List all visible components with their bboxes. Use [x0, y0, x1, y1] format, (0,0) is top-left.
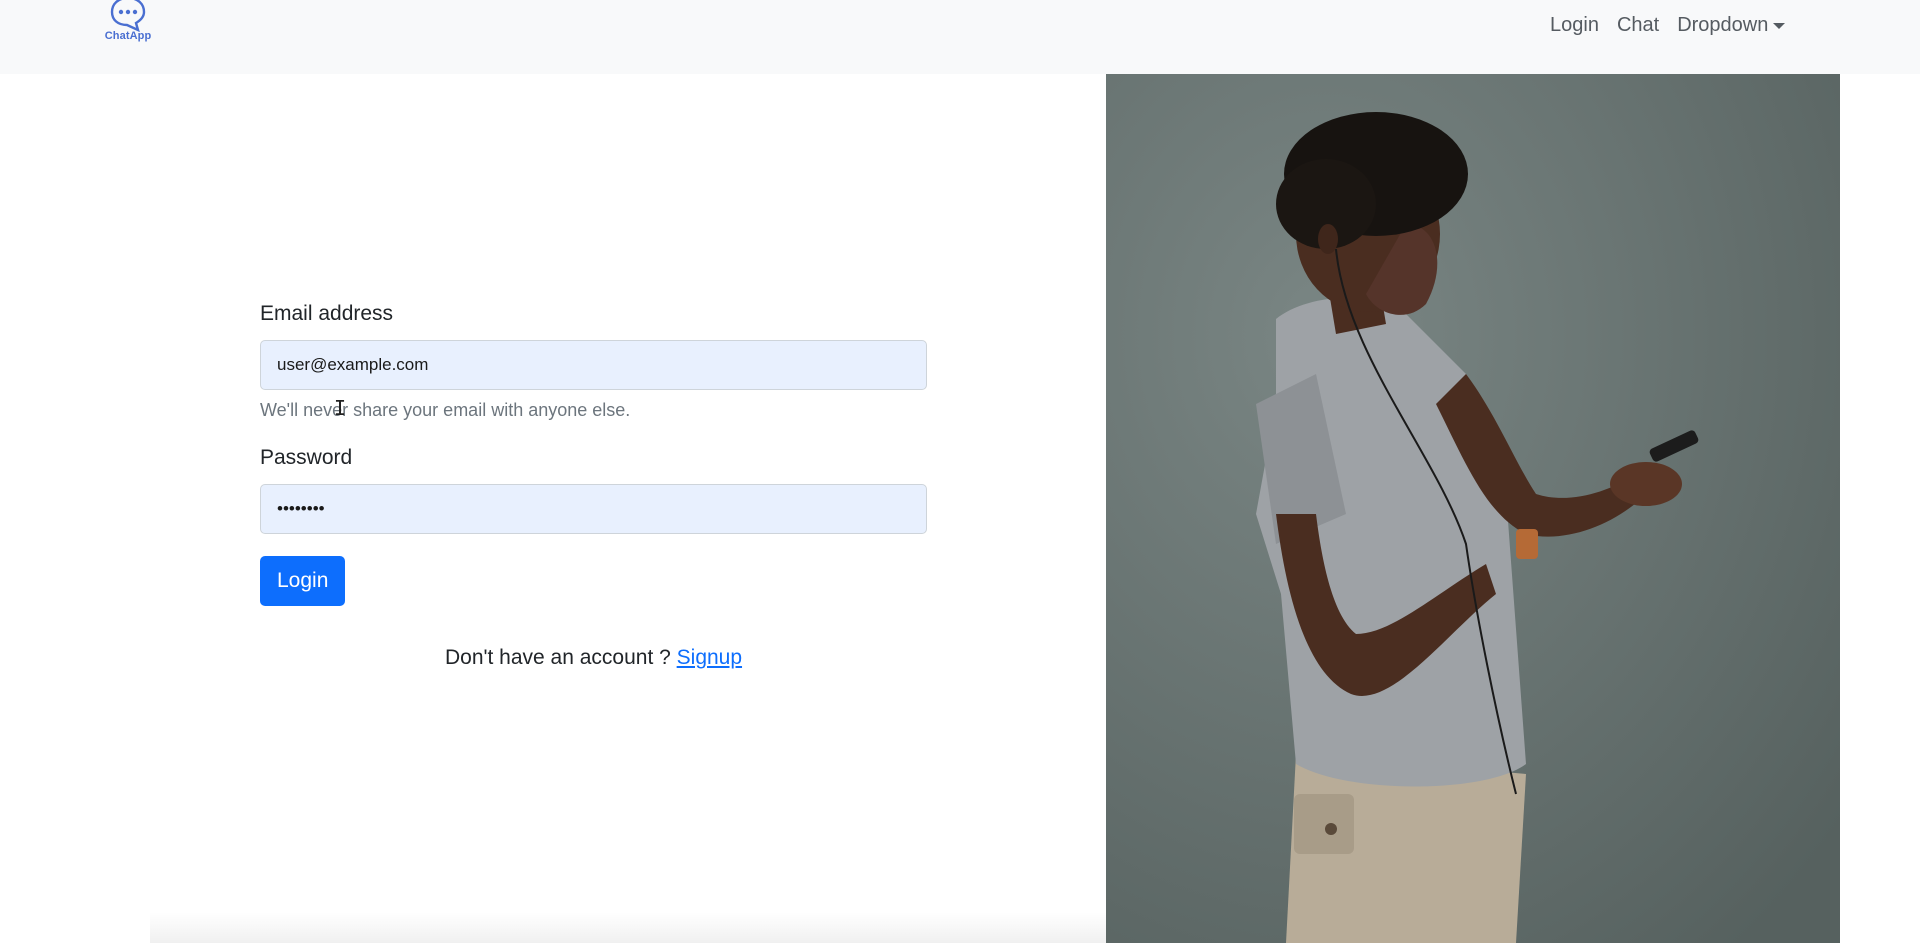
password-label: Password	[260, 446, 353, 469]
chat-bubble-icon	[110, 0, 146, 32]
nav-login[interactable]: Login	[1550, 12, 1599, 38]
email-label: Email address	[260, 302, 394, 325]
login-form: Email address We'll never share your ema…	[260, 300, 927, 606]
email-help-label: We'll never share your email with anyone…	[260, 400, 631, 420]
signup-prompt: Don't have an account ?	[444, 646, 677, 669]
text-cursor-icon: I	[334, 396, 347, 420]
nav-dropdown-label: Dropdown	[1677, 14, 1769, 36]
signup-row: Don't have an account ? Signup	[260, 643, 927, 673]
nav-chat[interactable]: Chat	[1617, 12, 1659, 38]
password-field[interactable]	[260, 484, 927, 534]
bottom-shadow	[150, 912, 1106, 943]
nav-links: Login Chat Dropdown	[1550, 12, 1786, 38]
caret-down-icon	[1773, 23, 1786, 29]
login-button[interactable]: Login	[260, 556, 346, 606]
email-help-text: We'll never share your email with anyone…	[260, 396, 927, 422]
signup-link[interactable]: Signup	[677, 646, 742, 669]
brand-name: ChatApp	[104, 30, 152, 42]
person-with-phone-illustration	[1106, 74, 1840, 943]
email-field[interactable]	[260, 340, 927, 390]
brand-logo[interactable]: ChatApp	[96, 0, 160, 50]
nav-dropdown[interactable]: Dropdown	[1677, 12, 1786, 38]
navbar: ChatApp Login Chat Dropdown	[0, 0, 1920, 74]
hero-photo	[1106, 74, 1840, 943]
